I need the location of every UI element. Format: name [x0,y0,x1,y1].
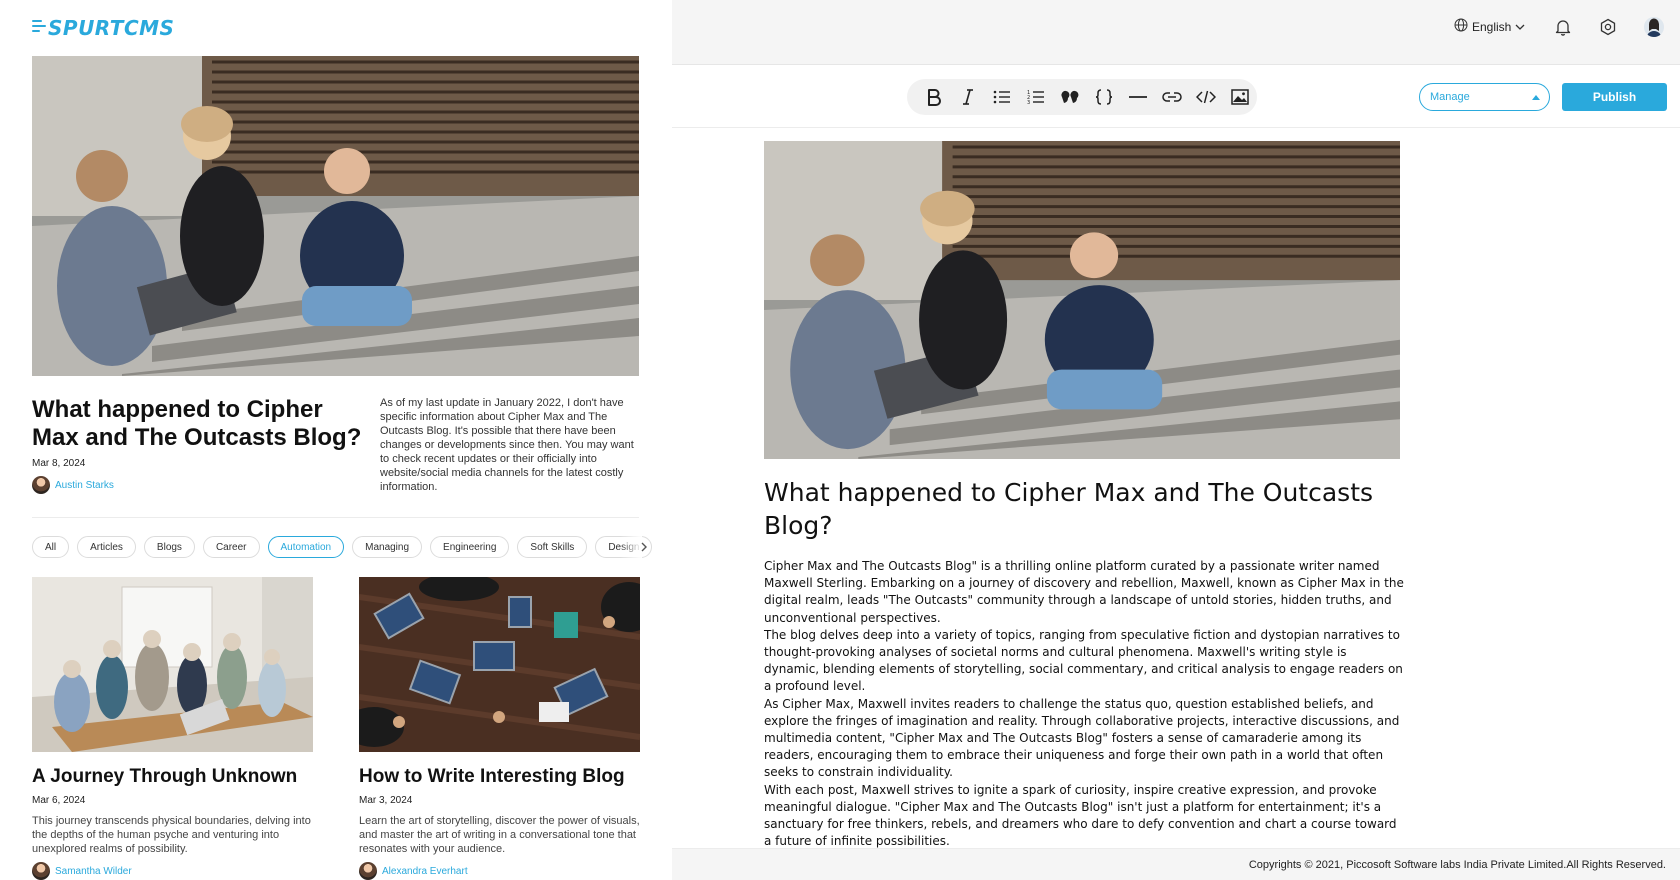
body-paragraph: The blog delves deep into a variety of t… [764,627,1403,694]
chevron-down-icon [1515,20,1525,34]
body-paragraph: Cipher Max and The Outcasts Blog" is a t… [764,559,1404,625]
category-filter: All Articles Blogs Career Automation Man… [32,536,652,558]
author-name: Alexandra Everhart [382,865,468,877]
post-cover-image[interactable] [764,141,1400,459]
author-avatar [32,862,50,880]
featured-date: Mar 8, 2024 [32,458,86,469]
chip-fade [620,534,642,560]
bold-icon[interactable] [917,82,951,112]
horizontal-rule-icon[interactable] [1121,82,1155,112]
bell-icon[interactable] [1553,17,1573,37]
author-avatar [32,476,50,494]
status-select[interactable]: Manage [1419,83,1550,111]
blog-preview-panel: SPURTCMS What happened to Cipher Max and… [0,0,672,880]
italic-icon[interactable] [951,82,985,112]
category-chip-soft-skills[interactable]: Soft Skills [517,536,588,558]
card-author[interactable]: Alexandra Everhart [359,862,468,880]
copyright-text: Copyrights © 2021, Piccosoft Software la… [1248,858,1666,871]
author-avatar [359,862,377,880]
category-chip-blogs[interactable]: Blogs [143,536,195,558]
logo-text: SPURTCMS [48,16,175,40]
globe-icon [1454,18,1468,35]
category-chip-all[interactable]: All [32,536,70,558]
card-title[interactable]: How to Write Interesting Blog [359,766,625,788]
caret-up-icon [1532,95,1540,100]
status-select-value: Manage [1430,91,1470,103]
divider [32,517,639,518]
image-icon[interactable] [1223,82,1257,112]
code-block-icon[interactable] [1087,82,1121,112]
category-chip-managing[interactable]: Managing [352,536,423,558]
editor-panel: English 123 Manage Publish What happened… [672,0,1680,880]
language-selector[interactable]: English [1454,18,1525,35]
footer: Copyrights © 2021, Piccosoft Software la… [672,848,1680,880]
body-paragraph: As Cipher Max, Maxwell invites readers t… [764,696,1400,780]
body-paragraph: With each post, Maxwell strives to ignit… [764,782,1397,849]
numbered-list-icon[interactable]: 123 [1019,82,1053,112]
card-author[interactable]: Samantha Wilder [32,862,132,880]
featured-author[interactable]: Austin Starks [32,476,114,494]
post-title-field[interactable]: What happened to Cipher Max and The Outc… [764,476,1404,542]
card-title[interactable]: A Journey Through Unknown [32,766,297,788]
featured-title[interactable]: What happened to Cipher Max and The Outc… [32,396,372,452]
card-image[interactable] [32,577,313,752]
language-label: English [1472,19,1512,34]
featured-description: As of my last update in January 2022, I … [380,397,634,493]
quote-icon[interactable] [1053,82,1087,112]
settings-icon[interactable] [1598,17,1618,37]
author-name: Samantha Wilder [55,865,132,877]
category-chip-automation[interactable]: Automation [267,536,345,558]
featured-image[interactable] [32,56,639,376]
editor-toolbar-row: 123 Manage Publish [672,65,1680,128]
card-date: Mar 3, 2024 [359,795,413,806]
logo[interactable]: SPURTCMS [32,16,174,40]
formatting-toolbar: 123 [907,79,1257,115]
card-image[interactable] [359,577,640,752]
category-chip-career[interactable]: Career [202,536,260,558]
svg-text:3: 3 [1027,100,1030,105]
card-date: Mar 6, 2024 [32,795,86,806]
user-avatar[interactable] [1644,17,1664,37]
top-header: English [672,0,1680,65]
card-description: This journey transcends physical boundar… [32,815,311,855]
inline-code-icon[interactable] [1189,82,1223,112]
publish-button[interactable]: Publish [1562,83,1667,111]
bulleted-list-icon[interactable] [985,82,1019,112]
author-name: Austin Starks [55,479,114,491]
post-body-editor[interactable]: Cipher Max and The Outcasts Blog" is a t… [764,558,1404,850]
category-chip-articles[interactable]: Articles [77,536,136,558]
chevron-right-icon[interactable] [640,536,648,558]
card-description: Learn the art of storytelling, discover … [359,815,640,855]
logo-speed-lines [32,20,46,32]
category-chip-engineering[interactable]: Engineering [430,536,510,558]
link-icon[interactable] [1155,82,1189,112]
